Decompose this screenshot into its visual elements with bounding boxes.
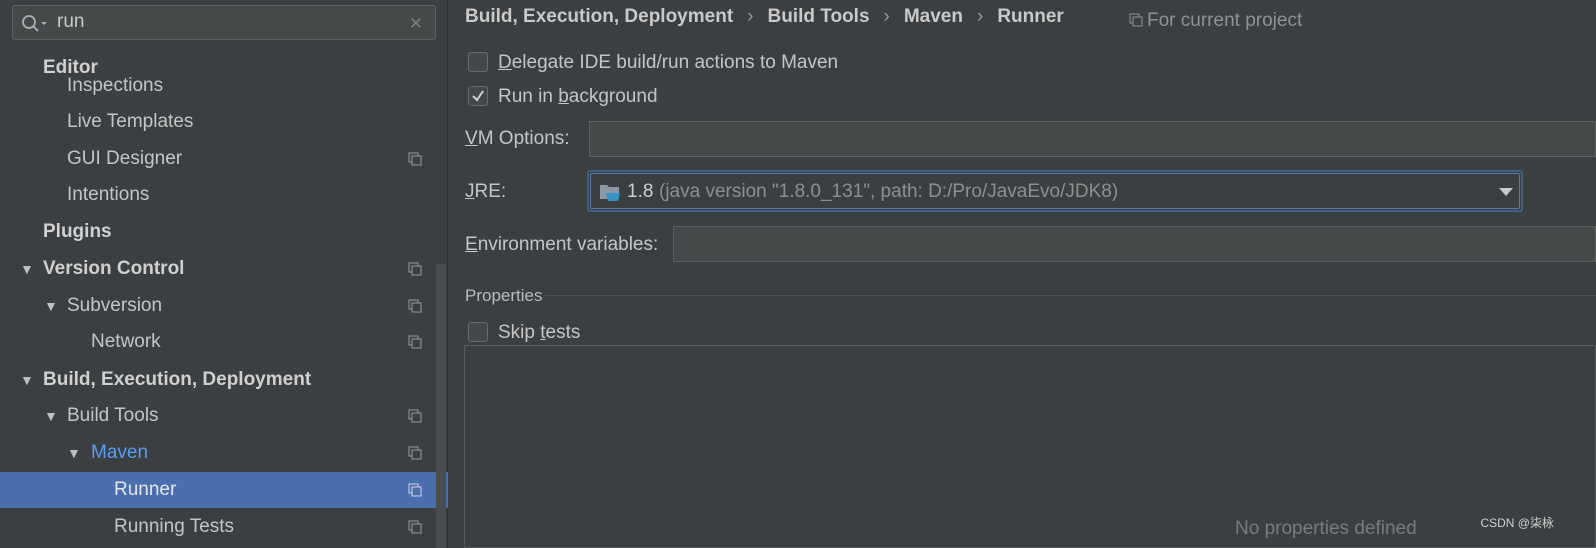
skip-tests-label: Skip tests (498, 322, 581, 343)
project-scope-icon (408, 262, 422, 276)
tree-item-gui-designer[interactable]: GUI Designer (0, 141, 436, 177)
jdk-folder-icon (600, 185, 620, 201)
tree-item-label: Plugins (43, 221, 112, 242)
delegate-checkbox[interactable] (468, 52, 488, 72)
tree-item-label: Subversion (67, 295, 163, 316)
tree-item-label: Build, Execution, Deployment (43, 369, 312, 390)
tree-item-inspections[interactable]: Inspections (0, 76, 436, 98)
tree-item-label: Intentions (67, 184, 150, 205)
project-scope-icon (408, 446, 422, 460)
tree-item-network[interactable]: Network (0, 324, 436, 360)
project-scope-icon (1129, 13, 1143, 27)
tree-item-running-tests[interactable]: Running Tests (0, 509, 436, 545)
env-variables-label: Environment variables: (465, 234, 659, 255)
jre-label: JRE: (465, 181, 507, 202)
properties-table[interactable] (464, 345, 1596, 548)
tree-item-live-templates[interactable]: Live Templates (0, 104, 436, 140)
breadcrumb-separator-icon: › (747, 6, 754, 27)
background-checkbox[interactable] (468, 86, 488, 106)
project-scope-icon (408, 483, 422, 497)
tree-item-build-tools[interactable]: ▼ Build Tools (0, 398, 436, 434)
env-variables-input[interactable] (673, 226, 1596, 262)
chevron-down-icon[interactable] (1499, 188, 1513, 196)
tree-item-label: Version Control (43, 258, 185, 279)
properties-title: Properties (465, 286, 543, 305)
search-field[interactable]: run ✕ (12, 5, 436, 40)
tree-item-label: Live Templates (67, 111, 194, 132)
scope-label: For current project (1147, 10, 1303, 31)
checkmark-icon (472, 90, 484, 102)
project-scope-icon (408, 520, 422, 534)
expand-arrow-icon[interactable]: ▼ (44, 398, 58, 434)
project-scope-icon (408, 409, 422, 423)
vm-options-input[interactable] (589, 121, 1596, 157)
jre-version: 1.8 (627, 181, 654, 202)
scope-indicator: For current project (1129, 10, 1302, 32)
tree-item-intentions[interactable]: Intentions (0, 177, 436, 213)
tree-item-maven[interactable]: ▼ Maven (0, 435, 436, 471)
watermark: CSDN @柒栐 (1480, 516, 1554, 530)
tree-item-label: Network (91, 331, 161, 352)
breadcrumb-item[interactable]: Build, Execution, Deployment (465, 6, 733, 27)
tree-item-label: Build Tools (67, 405, 159, 426)
sidebar-scrollbar[interactable] (436, 264, 446, 548)
project-scope-icon (408, 152, 422, 166)
project-scope-icon (408, 335, 422, 349)
breadcrumb-item[interactable]: Build Tools (767, 6, 869, 27)
search-icon (22, 15, 47, 32)
jre-select[interactable]: 1.8 (java version "1.8.0_131", path: D:/… (587, 170, 1523, 212)
expand-arrow-icon[interactable]: ▼ (20, 362, 34, 398)
settings-sidebar: run ✕ Editor Inspections Live Templates … (0, 0, 448, 548)
tree-item-label: Inspections (67, 76, 164, 96)
tree-item-subversion[interactable]: ▼ Subversion (0, 288, 436, 324)
breadcrumb-item[interactable]: Maven (904, 6, 963, 27)
breadcrumb-separator-icon: › (976, 6, 984, 27)
expand-arrow-icon[interactable]: ▼ (44, 288, 58, 324)
tree-item-label: GUI Designer (67, 148, 183, 169)
expand-arrow-icon[interactable]: ▼ (20, 251, 34, 287)
tree-item-build-execution-deployment[interactable]: ▼ Build, Execution, Deployment (0, 362, 436, 398)
tree-item-plugins[interactable]: Plugins (0, 214, 436, 250)
skip-tests-checkbox[interactable] (468, 322, 488, 342)
empty-properties-text: No properties defined (1235, 518, 1417, 539)
properties-divider (545, 295, 1596, 296)
breadcrumb: Build, Execution, Deployment › Build Tools… (465, 6, 1072, 32)
delegate-label: Delegate IDE build/run actions to Maven (498, 52, 839, 73)
tree-item-label: Maven (91, 442, 149, 463)
clear-search-icon[interactable]: ✕ (409, 14, 423, 34)
jre-detail: (java version "1.8.0_131", path: D:/Pro/… (659, 181, 1119, 202)
settings-content: Build, Execution, Deployment › Build Tools… (449, 0, 1596, 548)
vm-options-label: VM Options: (465, 128, 570, 149)
tree-item-version-control[interactable]: ▼ Version Control (0, 251, 436, 287)
breadcrumb-item: Runner (997, 6, 1064, 27)
tree-item-runner[interactable]: Runner (0, 472, 448, 508)
project-scope-icon (408, 299, 422, 313)
tree-item-label: Running Tests (114, 516, 235, 537)
search-input[interactable]: run (57, 11, 84, 33)
expand-arrow-icon[interactable]: ▼ (67, 435, 81, 471)
background-label: Run in background (498, 86, 658, 107)
breadcrumb-separator-icon: › (883, 6, 890, 27)
tree-item-label: Runner (114, 479, 177, 500)
